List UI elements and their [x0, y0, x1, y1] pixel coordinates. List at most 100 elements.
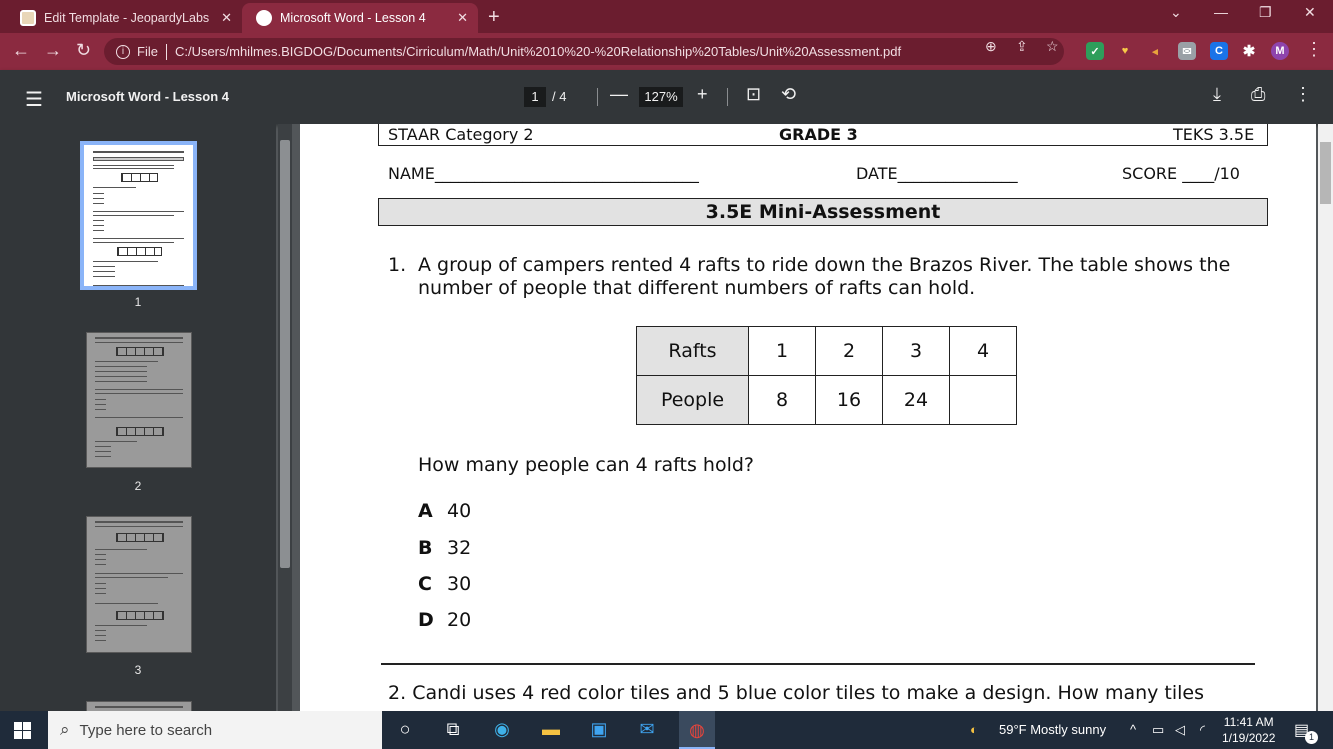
thumbnail-page-1[interactable]	[80, 141, 197, 290]
taskbar-clock[interactable]: 11:41 AM 1/19/2022	[1222, 714, 1275, 746]
clock-date: 1/19/2022	[1222, 731, 1276, 745]
close-window-icon[interactable]: ✕	[1304, 4, 1316, 21]
url-scheme-label: File	[137, 44, 158, 59]
assessment-title: 3.5E Mini-Assessment	[378, 198, 1268, 226]
wifi-icon[interactable]: ◜	[1200, 722, 1205, 738]
mail-icon[interactable]: ✉	[635, 719, 659, 741]
tab-title: Microsoft Word - Lesson 4	[280, 11, 426, 25]
extensions-puzzle-icon[interactable]: ✱	[1240, 42, 1258, 60]
option-letter: C	[418, 573, 432, 595]
tray-chevron-icon[interactable]: ^	[1130, 722, 1136, 737]
pdf-toolbar: ☰ Microsoft Word - Lesson 4 1 / 4 — 127%…	[0, 70, 1333, 124]
store-icon[interactable]: ▣	[587, 719, 611, 741]
tab-lesson-4[interactable]: Microsoft Word - Lesson 4 ✕	[242, 3, 478, 33]
windows-start-icon[interactable]	[14, 722, 31, 739]
option-value: 40	[447, 500, 472, 522]
share-icon[interactable]: ⇪	[1016, 38, 1028, 55]
answer-option-c: C 30	[418, 573, 471, 595]
option-value: 30	[447, 573, 472, 595]
zoom-input[interactable]: 127%	[639, 87, 683, 107]
thumbnail-page-2[interactable]	[86, 332, 192, 468]
bookmark-star-icon[interactable]: ☆	[1046, 38, 1059, 55]
zoom-icon[interactable]: ⊕	[985, 38, 997, 55]
taskbar-search-box[interactable]: ⌕ Type here to search	[48, 711, 382, 749]
date-field-label: DATE_______________	[856, 164, 1018, 183]
page-total: / 4	[552, 89, 567, 104]
volume-icon[interactable]: ◁	[1175, 722, 1185, 738]
close-tab-icon[interactable]: ✕	[457, 10, 468, 26]
profile-avatar[interactable]: M	[1271, 42, 1289, 60]
cortana-icon[interactable]: ○	[393, 719, 417, 741]
extension-heart-icon[interactable]: ♥	[1116, 42, 1134, 60]
document-scrollbar[interactable]	[1318, 124, 1333, 711]
pdf-page: STAAR Category 2 GRADE 3 TEKS 3.5E NAME_…	[300, 124, 1316, 711]
thumbnail-page-4[interactable]	[86, 701, 192, 711]
weather-text[interactable]: 59°F Mostly sunny	[999, 722, 1106, 737]
fit-to-page-icon[interactable]: ⊡	[746, 84, 761, 105]
table-header-cell: People	[636, 375, 749, 425]
extension-cast-icon[interactable]: ◂	[1146, 42, 1164, 60]
extension-mail-icon[interactable]: ✉	[1178, 42, 1196, 60]
name-field-label: NAME_________________________________	[388, 164, 699, 183]
viewer-gutter	[292, 124, 300, 711]
forward-icon[interactable]: →	[44, 40, 62, 61]
answer-option-b: B 32	[418, 537, 471, 559]
hamburger-menu-icon[interactable]: ☰	[25, 87, 43, 112]
url-field[interactable]: i File C:/Users/mhilmes.BIGDOG/Documents…	[104, 38, 1064, 65]
rotate-icon[interactable]: ⟲	[781, 84, 796, 105]
back-icon[interactable]: ←	[12, 40, 30, 61]
table-cell: 3	[882, 326, 950, 376]
search-placeholder: Type here to search	[79, 721, 213, 739]
thumbnail-page-3[interactable]	[86, 516, 192, 653]
table-cell: 8	[748, 375, 816, 425]
more-options-icon[interactable]: ⋮	[1294, 84, 1312, 105]
table-row: Rafts 1 2 3 4	[636, 326, 1017, 376]
tab-search-chevron-icon[interactable]: ⌄	[1170, 4, 1182, 21]
page-header-row: STAAR Category 2 GRADE 3 TEKS 3.5E	[378, 124, 1268, 146]
browser-menu-icon[interactable]: ⋮	[1305, 39, 1323, 60]
notification-badge: 1	[1305, 731, 1318, 744]
close-tab-icon[interactable]: ✕	[221, 10, 232, 26]
new-tab-icon[interactable]: +	[488, 6, 500, 29]
file-explorer-icon[interactable]: ▬	[539, 719, 563, 741]
teks-label: TEKS 3.5E	[1173, 125, 1255, 144]
tab-title: Edit Template - JeopardyLabs	[44, 11, 210, 25]
reload-icon[interactable]: ↻	[76, 40, 91, 61]
tab-strip: Edit Template - JeopardyLabs ✕ Microsoft…	[0, 0, 1333, 33]
sidebar-scrollbar[interactable]	[278, 124, 292, 711]
toolbar-divider	[727, 88, 728, 106]
table-header-cell: Rafts	[636, 326, 749, 376]
minimize-icon[interactable]: —	[1214, 4, 1228, 20]
document-title: Microsoft Word - Lesson 4	[66, 89, 229, 104]
extension-c-icon[interactable]: C	[1210, 42, 1228, 60]
battery-icon[interactable]: ▭	[1152, 722, 1164, 738]
task-view-icon[interactable]: ⧉	[441, 719, 465, 741]
download-icon[interactable]: ⤓	[1213, 84, 1221, 105]
table-cell-empty	[949, 375, 1017, 425]
score-field-label: SCORE ____/10	[1122, 164, 1240, 183]
zoom-in-icon[interactable]: +	[697, 84, 708, 105]
thumbnail-number: 1	[134, 295, 142, 309]
info-icon[interactable]: i	[116, 44, 130, 59]
chrome-taskbar-icon[interactable]: ◍	[679, 711, 715, 749]
page-number-input[interactable]: 1	[524, 87, 546, 107]
table-cell: 2	[815, 326, 883, 376]
extension-green-icon[interactable]: ✓	[1086, 42, 1104, 60]
question-2: 2. Candi uses 4 red color tiles and 5 bl…	[388, 682, 1288, 704]
sidebar-scroll-thumb[interactable]	[280, 140, 290, 568]
thumbnail-sidebar: 1 2 3	[0, 124, 276, 711]
question-number: 1.	[388, 254, 407, 276]
zoom-out-icon[interactable]: —	[610, 84, 628, 105]
url-divider	[165, 43, 167, 60]
option-value: 20	[447, 609, 472, 631]
answer-option-d: D 20	[418, 609, 471, 631]
edge-icon[interactable]: ◉	[490, 719, 514, 741]
tab-jeopardylabs[interactable]: Edit Template - JeopardyLabs ✕	[6, 3, 242, 33]
weather-icon[interactable]: ◐	[970, 722, 978, 737]
toolbar-divider	[597, 88, 598, 106]
document-scroll-thumb[interactable]	[1320, 142, 1331, 204]
print-icon[interactable]: ⎙	[1251, 84, 1265, 105]
pdf-favicon-icon	[256, 10, 272, 26]
maximize-icon[interactable]: ❐	[1259, 4, 1272, 21]
thumbnail-number: 2	[134, 479, 142, 493]
